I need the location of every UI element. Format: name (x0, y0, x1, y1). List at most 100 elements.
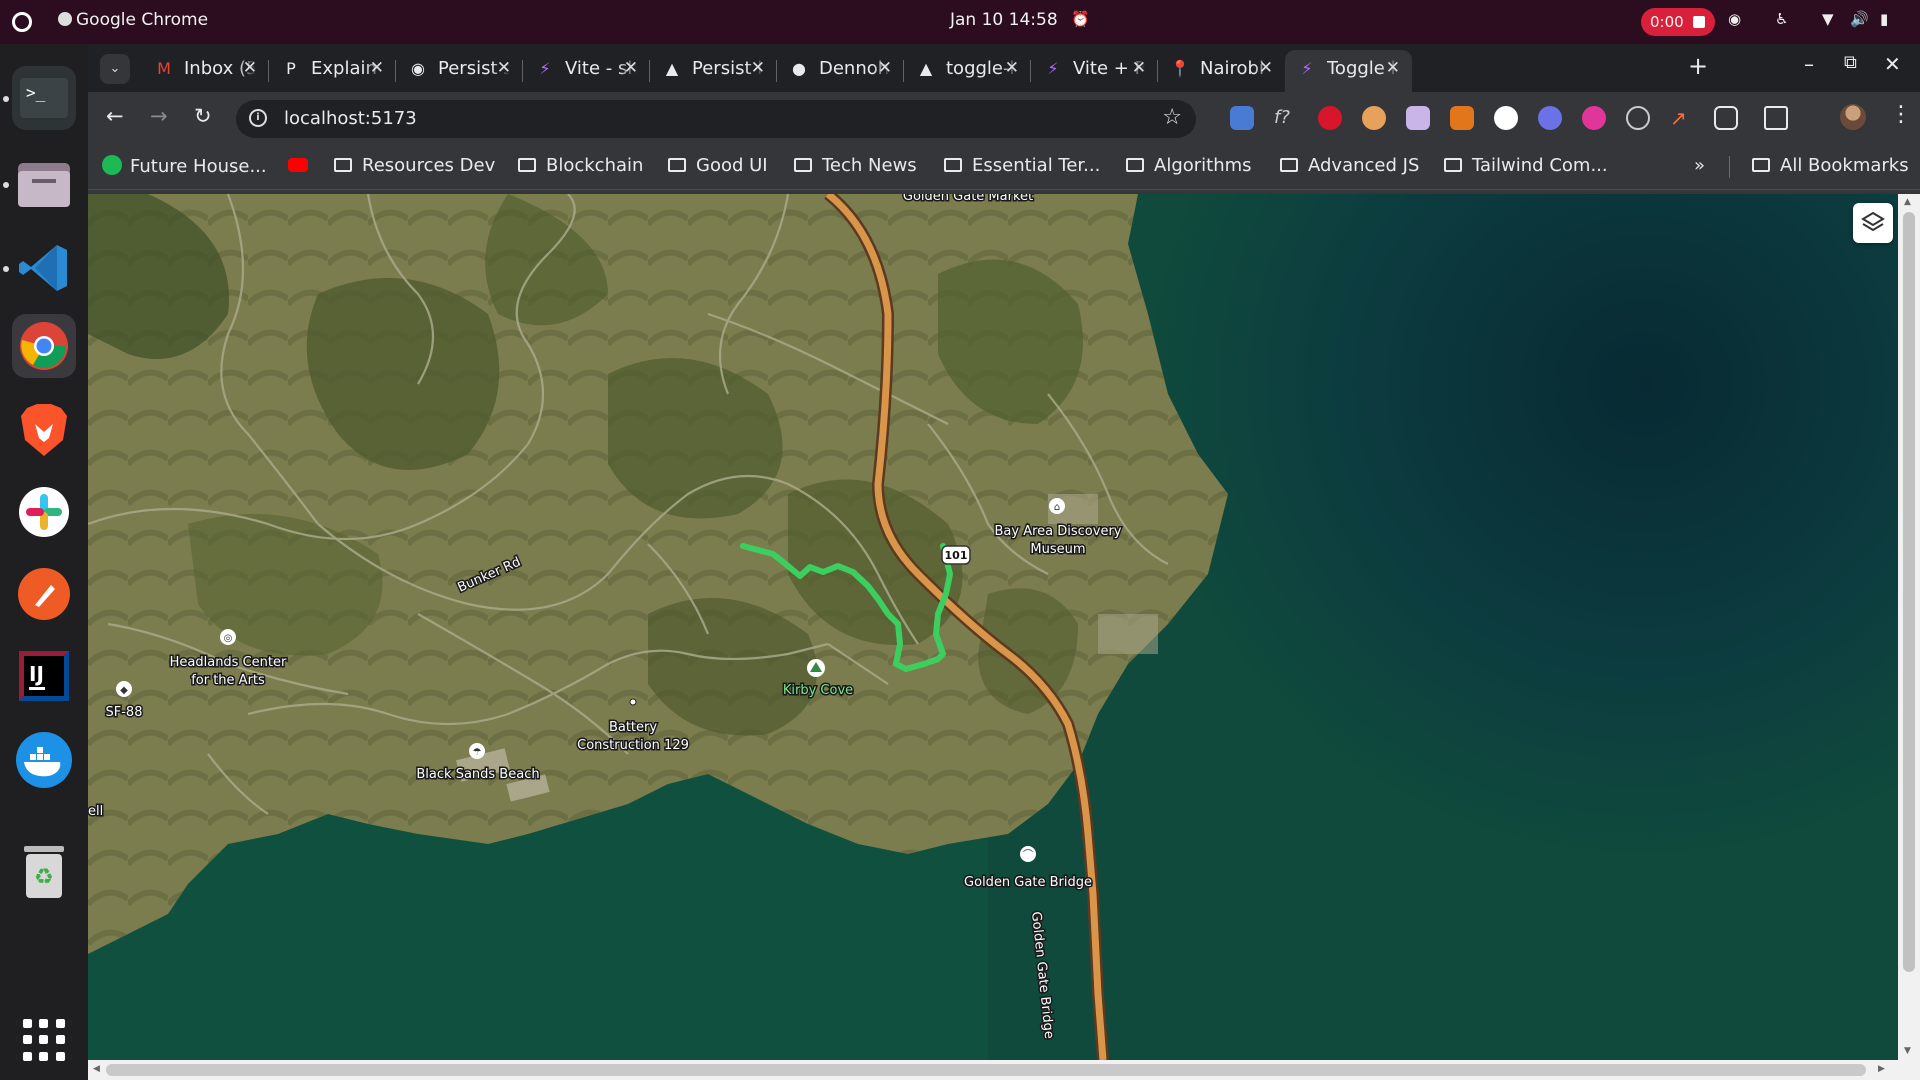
close-tab-icon[interactable]: ✕ (1259, 58, 1273, 78)
arrow-extension-icon[interactable]: ↗ (1670, 106, 1694, 130)
bookmark-item[interactable] (288, 155, 314, 176)
owl-extension-icon[interactable] (1362, 106, 1386, 130)
back-button[interactable]: ← (106, 104, 124, 128)
docker-icon[interactable] (12, 728, 76, 792)
files-icon[interactable] (12, 152, 76, 216)
activities-icon[interactable] (12, 12, 32, 32)
vertical-scrollbar[interactable]: ▲ ▼ (1898, 194, 1920, 1060)
reload-button[interactable]: ↻ (194, 104, 212, 128)
brave-icon[interactable] (12, 398, 76, 462)
arts-center-pin-icon[interactable]: ◎ (220, 629, 236, 645)
browser-tab[interactable]: P Explain ✕ (269, 50, 396, 92)
close-tab-icon[interactable]: ✕ (751, 58, 765, 78)
bookmark-item[interactable]: Tailwind Com... (1444, 155, 1608, 176)
vertical-scroll-thumb[interactable] (1903, 212, 1915, 972)
profile-avatar[interactable] (1840, 104, 1866, 130)
bookmarks-overflow-button[interactable]: » (1694, 155, 1705, 176)
tab-search-button[interactable]: ⌄ (100, 54, 130, 84)
browser-tab[interactable]: ◉ Persist s ✕ (396, 50, 523, 92)
download-extension-icon[interactable] (1494, 106, 1518, 130)
sync-extension-icon[interactable] (1626, 106, 1650, 130)
browser-tab[interactable]: ⚡ Toggle l ✕ (1285, 50, 1412, 92)
bookmark-item[interactable]: Future House... (102, 155, 267, 177)
bookmark-star-icon[interactable]: ☆ (1162, 105, 1182, 130)
show-apps-icon[interactable] (23, 1019, 65, 1061)
bookmark-item[interactable]: Essential Ter... (944, 155, 1100, 176)
battery-icon[interactable]: ▮ (1880, 10, 1888, 28)
volume-icon[interactable]: 🔊 (1850, 10, 1869, 28)
bookmark-item[interactable]: Tech News (794, 155, 917, 176)
stop-recording-icon[interactable] (1693, 16, 1705, 28)
close-window-button[interactable]: ✕ (1884, 52, 1901, 76)
black-sands-beach-label[interactable]: Black Sands Beach (415, 766, 541, 784)
browser-tab[interactable]: 📍 Nairobi ✕ (1158, 50, 1285, 92)
campground-pin-icon[interactable] (807, 659, 825, 677)
pixel-extension-icon[interactable] (1406, 106, 1430, 130)
bookmark-item[interactable]: Algorithms (1126, 155, 1252, 176)
formula-extension-icon[interactable]: f? (1274, 106, 1298, 130)
browser-tab[interactable]: ▲ Persist l ✕ (650, 50, 777, 92)
horizontal-scroll-thumb[interactable] (106, 1064, 1866, 1076)
golden-gate-bridge-label[interactable]: Golden Gate Bridge (963, 874, 1094, 892)
close-tab-icon[interactable]: ✕ (1005, 58, 1019, 78)
kirby-cove-label[interactable]: Kirby Cove (781, 682, 854, 700)
close-tab-icon[interactable]: ✕ (243, 58, 257, 78)
address-bar[interactable]: i localhost:5173 ☆ (236, 100, 1196, 138)
colorpick-extension-icon[interactable] (1582, 106, 1606, 130)
browser-tab[interactable]: ⚡ Vite - sh ✕ (523, 50, 650, 92)
browser-tab[interactable]: M Inbox (5 ✕ (142, 50, 269, 92)
close-tab-icon[interactable]: ✕ (497, 58, 511, 78)
accessibility-icon[interactable]: ♿ (1775, 10, 1788, 28)
all-bookmarks-button[interactable]: All Bookmarks (1752, 155, 1909, 176)
chrome-icon[interactable] (12, 314, 76, 378)
bookmark-item[interactable]: Good UI (668, 155, 768, 176)
browser-tab[interactable]: ● Dennoh ✕ (777, 50, 904, 92)
intellij-icon[interactable]: IJ (12, 644, 76, 708)
extensions-puzzle-icon[interactable] (1714, 106, 1738, 130)
layers-button[interactable] (1853, 203, 1893, 243)
adblock-extension-icon[interactable] (1318, 106, 1342, 130)
slack-icon[interactable] (12, 480, 76, 544)
close-tab-icon[interactable]: ✕ (1386, 58, 1400, 78)
cloud-extension-icon[interactable] (1538, 106, 1562, 130)
side-panel-icon[interactable] (1764, 106, 1788, 130)
close-tab-icon[interactable]: ✕ (624, 58, 638, 78)
restore-button[interactable]: ⧉ (1844, 52, 1857, 73)
terminal-icon[interactable]: >_ (12, 66, 76, 130)
bookmark-item[interactable]: Advanced JS (1280, 155, 1419, 176)
forward-button[interactable]: → (150, 104, 168, 128)
browser-tab[interactable]: ⚡ Vite + R ✕ (1031, 50, 1158, 92)
postman-icon[interactable] (12, 562, 76, 626)
vscode-icon[interactable] (12, 236, 76, 300)
trash-icon[interactable]: ♻ (12, 840, 76, 904)
translate-extension-icon[interactable] (1230, 106, 1254, 130)
bookmark-item[interactable]: Resources Dev (334, 155, 495, 176)
metamask-extension-icon[interactable] (1450, 106, 1474, 130)
screen-recording-indicator[interactable]: 0:00 (1641, 8, 1715, 36)
browser-tab[interactable]: ▲ toggle-l ✕ (904, 50, 1031, 92)
wifi-icon[interactable]: ▼ (1822, 10, 1834, 28)
chrome-tray-icon[interactable]: ◉ (1728, 10, 1741, 28)
address-url[interactable]: localhost:5173 (284, 108, 417, 129)
sf88-pin-icon[interactable]: ◆ (116, 681, 132, 697)
minimize-button[interactable]: – (1804, 52, 1814, 76)
museum-pin-icon[interactable]: ⌂ (1049, 498, 1065, 514)
horizontal-scrollbar[interactable]: ◀ ▶ (88, 1060, 1920, 1080)
golden-gate-market-label[interactable]: Golden Gate Market (901, 194, 1034, 206)
new-tab-button[interactable]: + (1688, 52, 1708, 80)
close-tab-icon[interactable]: ✕ (1132, 58, 1146, 78)
beach-pin-icon[interactable]: ☂ (469, 743, 485, 759)
active-app-menu[interactable]: Google Chrome (58, 10, 208, 30)
youtube-icon (288, 158, 308, 172)
close-tab-icon[interactable]: ✕ (370, 58, 384, 78)
satellite-map[interactable]: 101 ⌂ ◎ ◆ ☂ ⌒ Golden Gate Market Bunker … (88, 194, 1898, 1060)
site-info-icon[interactable]: i (249, 109, 267, 127)
bridge-pin-icon[interactable]: ⌒ (1020, 846, 1036, 862)
sf88-label[interactable]: SF-88 (104, 704, 144, 722)
bookmark-item[interactable]: Blockchain (518, 155, 643, 176)
chrome-menu-icon[interactable]: ⋮ (1890, 102, 1912, 127)
battery-pin-icon[interactable] (629, 698, 637, 706)
close-tab-icon[interactable]: ✕ (878, 58, 892, 78)
bookmark-label: Future House... (130, 156, 267, 177)
clock[interactable]: Jan 10 14:58 (950, 10, 1058, 30)
